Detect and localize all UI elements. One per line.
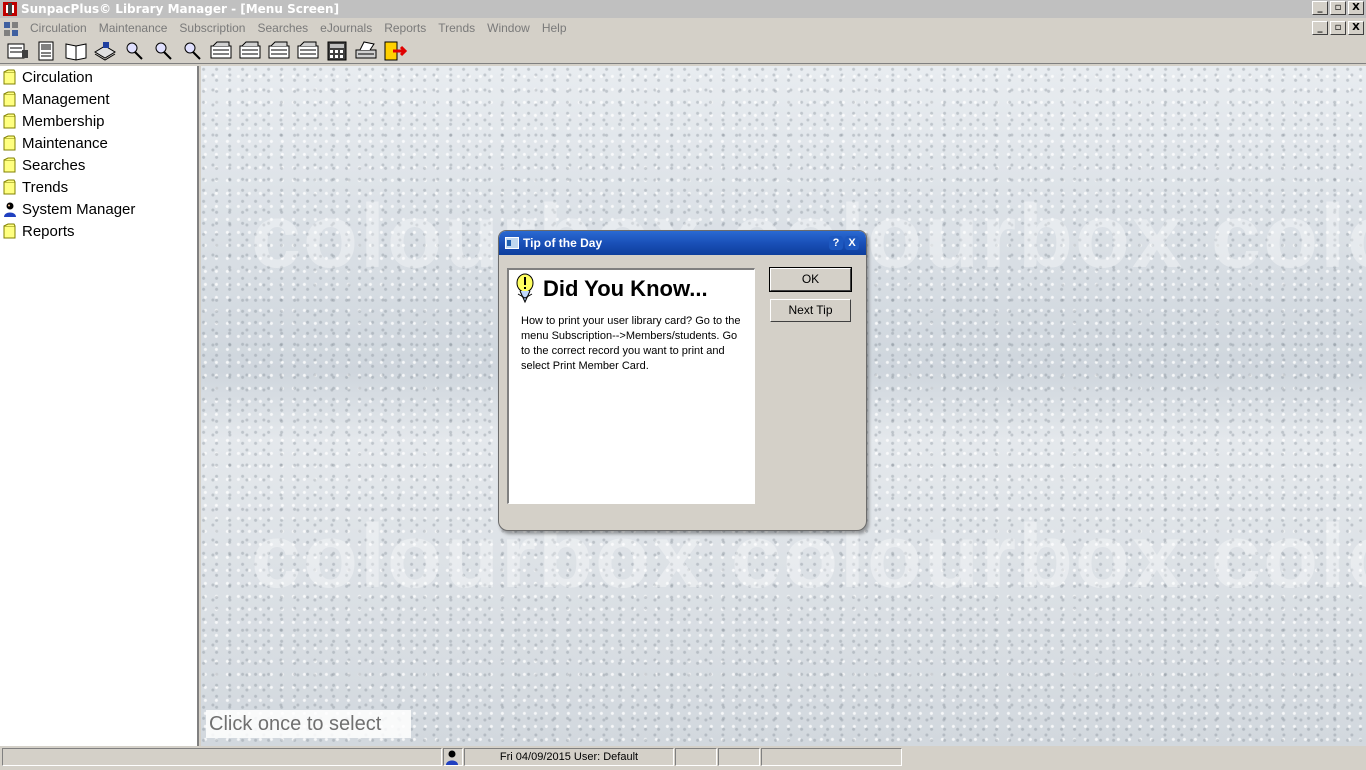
catalog-tool-button[interactable] bbox=[91, 39, 119, 63]
user-icon bbox=[4, 202, 16, 217]
sidebar-item-label: Membership bbox=[22, 112, 105, 130]
search3-tool-button[interactable] bbox=[178, 39, 206, 63]
sidebar-item-management[interactable]: Management bbox=[0, 88, 197, 110]
sidebar-item-label: System Manager bbox=[22, 200, 136, 218]
status-pane-user-icon bbox=[443, 748, 463, 766]
app-icon bbox=[3, 2, 17, 16]
report2-tool-button[interactable] bbox=[236, 39, 264, 63]
print-icon bbox=[355, 40, 377, 58]
calculator-tool-button[interactable] bbox=[323, 39, 351, 63]
menu-maintenance[interactable]: Maintenance bbox=[93, 18, 174, 38]
status-pane-main bbox=[2, 748, 442, 766]
folder-icon bbox=[3, 91, 16, 107]
status-pane-3 bbox=[761, 748, 902, 766]
sidebar-item-label: Circulation bbox=[22, 68, 93, 86]
menu-reports[interactable]: Reports bbox=[378, 18, 432, 38]
status-datetime-user: Fri 04/09/2015 User: Default bbox=[464, 748, 674, 766]
circulation-tool-button[interactable] bbox=[4, 39, 32, 63]
folder-icon bbox=[3, 113, 16, 129]
books-icon bbox=[65, 42, 87, 61]
menu-subscription[interactable]: Subscription bbox=[173, 18, 251, 38]
dialog-close-button[interactable]: X bbox=[845, 236, 859, 250]
help-button[interactable]: ? bbox=[829, 236, 843, 250]
sidebar: Circulation Management Membership Mainte… bbox=[0, 66, 199, 746]
sidebar-item-membership[interactable]: Membership bbox=[0, 110, 197, 132]
report3-icon bbox=[268, 41, 290, 58]
tip-content-box: Did You Know... How to print your user l… bbox=[507, 268, 755, 504]
tip-heading: Did You Know... bbox=[543, 276, 708, 301]
folder-icon bbox=[3, 223, 16, 239]
menu-circulation[interactable]: Circulation bbox=[24, 18, 93, 38]
sidebar-item-circulation[interactable]: Circulation bbox=[0, 66, 197, 88]
search-tool-button[interactable] bbox=[120, 39, 148, 63]
circulation-icon bbox=[7, 43, 28, 58]
report4-icon bbox=[297, 41, 319, 58]
calculator-icon bbox=[327, 41, 347, 60]
ok-button[interactable]: OK bbox=[769, 267, 852, 292]
menu-ejournals[interactable]: eJournals bbox=[314, 18, 378, 38]
minimize-button[interactable]: _ bbox=[1312, 1, 1328, 15]
mdi-restore-button[interactable]: ▫ bbox=[1330, 21, 1346, 35]
folder-icon bbox=[3, 157, 16, 173]
returns-icon bbox=[38, 41, 54, 60]
search3-icon bbox=[184, 42, 201, 60]
folder-icon bbox=[3, 179, 16, 195]
tip-text: How to print your user library card? Go … bbox=[521, 315, 741, 372]
menubar: Circulation Maintenance Subscription Sea… bbox=[0, 18, 1366, 38]
tip-of-the-day-dialog: Tip of the Day ? X Did You Know... How t… bbox=[498, 230, 867, 531]
window-title: SunpacPlus© Library Manager - [Menu Scre… bbox=[21, 2, 340, 16]
sidebar-item-searches[interactable]: Searches bbox=[0, 154, 197, 176]
report4-tool-button[interactable] bbox=[294, 39, 322, 63]
statusbar: Fri 04/09/2015 User: Default bbox=[0, 746, 1366, 768]
toolbar bbox=[0, 38, 1366, 64]
menu-help[interactable]: Help bbox=[536, 18, 573, 38]
sidebar-item-label: Management bbox=[22, 90, 110, 108]
folder-icon bbox=[3, 135, 16, 151]
folder-icon bbox=[3, 69, 16, 85]
report3-tool-button[interactable] bbox=[265, 39, 293, 63]
mdi-child-icon[interactable] bbox=[2, 19, 20, 37]
exit-tool-button[interactable] bbox=[381, 39, 409, 63]
search-icon bbox=[126, 42, 143, 60]
close-button[interactable]: X bbox=[1348, 1, 1364, 15]
sidebar-item-system-manager[interactable]: System Manager bbox=[0, 198, 197, 220]
status-pane-2 bbox=[718, 748, 760, 766]
sidebar-item-label: Trends bbox=[22, 178, 69, 196]
mdi-minimize-button[interactable]: _ bbox=[1312, 21, 1328, 35]
next-tip-button[interactable]: Next Tip bbox=[770, 299, 851, 322]
restore-button[interactable]: ▫ bbox=[1330, 1, 1346, 15]
sidebar-item-maintenance[interactable]: Maintenance bbox=[0, 132, 197, 154]
dialog-titlebar[interactable]: Tip of the Day bbox=[499, 231, 866, 255]
dialog-title: Tip of the Day bbox=[523, 236, 603, 250]
mdi-close-button[interactable]: X bbox=[1348, 21, 1364, 35]
exit-icon bbox=[384, 41, 407, 60]
sidebar-item-reports[interactable]: Reports bbox=[0, 220, 197, 242]
report1-icon bbox=[210, 41, 232, 58]
returns-tool-button[interactable] bbox=[33, 39, 61, 63]
report2-icon bbox=[239, 41, 261, 58]
window-titlebar: SunpacPlus© Library Manager - [Menu Scre… bbox=[0, 0, 1366, 18]
sidebar-item-label: Reports bbox=[22, 222, 75, 240]
user-icon bbox=[446, 750, 458, 765]
search2-icon bbox=[155, 42, 172, 60]
status-pane-1 bbox=[675, 748, 717, 766]
report1-tool-button[interactable] bbox=[207, 39, 235, 63]
catalog-icon bbox=[94, 41, 116, 61]
search2-tool-button[interactable] bbox=[149, 39, 177, 63]
print-tool-button[interactable] bbox=[352, 39, 380, 63]
menu-window[interactable]: Window bbox=[481, 18, 536, 38]
books-tool-button[interactable] bbox=[62, 39, 90, 63]
click-hint-label: Click once to select bbox=[206, 710, 411, 738]
sidebar-item-label: Searches bbox=[22, 156, 86, 174]
menu-trends[interactable]: Trends bbox=[432, 18, 481, 38]
dialog-icon bbox=[505, 237, 519, 249]
sidebar-item-trends[interactable]: Trends bbox=[0, 176, 197, 198]
menu-searches[interactable]: Searches bbox=[251, 18, 314, 38]
sidebar-item-label: Maintenance bbox=[22, 134, 108, 152]
lightbulb-icon bbox=[516, 273, 534, 304]
